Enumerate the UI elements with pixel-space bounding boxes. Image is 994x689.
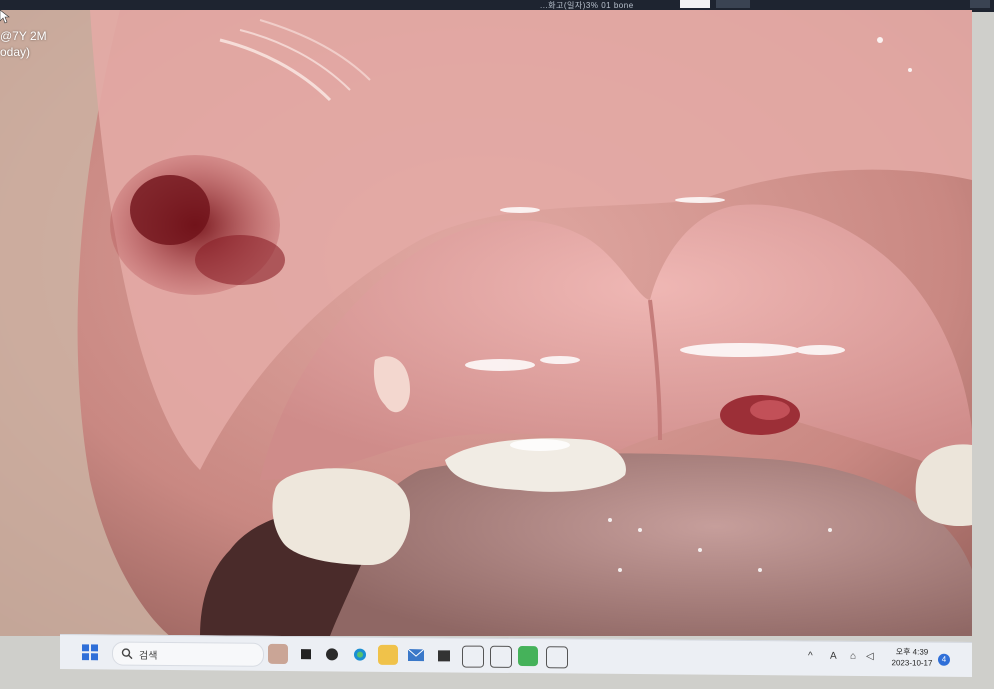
file-icon[interactable]	[296, 644, 316, 664]
volume-icon[interactable]: ◁	[866, 651, 874, 662]
search-icon	[121, 648, 133, 660]
mouse-cursor-icon	[0, 10, 10, 24]
tab-button-3[interactable]	[970, 0, 990, 8]
tab-button-2[interactable]	[716, 0, 750, 8]
patient-info-overlay: @7Y 2M oday)	[0, 28, 47, 60]
search-label: 검색	[139, 650, 158, 662]
system-clock[interactable]: 오후 4:39 2023-10-17	[882, 646, 942, 669]
image-viewer[interactable]: @7Y 2M oday)	[0, 10, 972, 636]
mail-icon[interactable]	[406, 645, 426, 665]
network-icon[interactable]: ⌂	[850, 651, 856, 662]
windows-start-icon[interactable]	[80, 642, 100, 662]
clock-time: 오후 4:39	[895, 647, 929, 657]
app-icon-4[interactable]	[546, 646, 568, 669]
patient-age: @7Y 2M	[0, 29, 47, 43]
tab-button[interactable]	[680, 0, 710, 8]
tab-title[interactable]: ...화고(일자)3% 01 bone	[540, 0, 634, 10]
taskbar-search-box[interactable]: 검색	[112, 641, 264, 667]
ime-indicator[interactable]: A	[830, 651, 837, 662]
edge-icon[interactable]	[350, 645, 370, 665]
intraoral-photo	[0, 10, 972, 636]
app-icon-3[interactable]	[518, 646, 538, 667]
app-icon[interactable]	[462, 645, 484, 668]
store-icon[interactable]	[434, 645, 454, 665]
clock-date: 2023-10-17	[891, 658, 933, 668]
notification-badge[interactable]: 4	[938, 653, 950, 666]
app-icon-2[interactable]	[490, 645, 512, 668]
capture-date: oday)	[0, 45, 31, 59]
widget-icon[interactable]	[268, 643, 288, 665]
tray-chevron-icon[interactable]: ^	[808, 651, 813, 662]
folder-icon[interactable]	[378, 644, 398, 665]
chat-icon[interactable]	[322, 644, 342, 664]
